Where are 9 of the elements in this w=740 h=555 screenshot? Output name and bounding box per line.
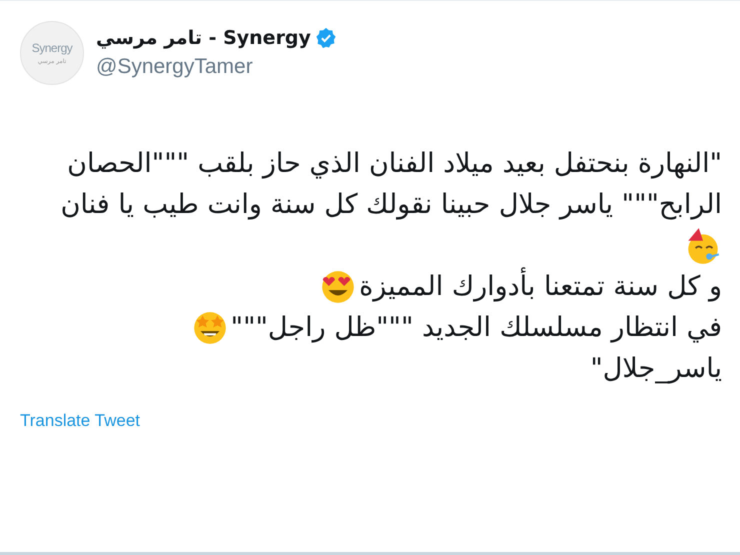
logo-text: Synergy (32, 41, 72, 55)
tweet-text-line: في انتظار مسلسلك الجديد """ظل راجل""" (230, 311, 722, 345)
tweet-text-line: الرابح""" ياسر جلال حبينا نقولك كل سنة وانت طيب يا فنان (60, 188, 722, 222)
tweet-text-line: ياسر_جلال" (590, 352, 722, 386)
author-handle[interactable]: @SynergyTamer (96, 55, 337, 79)
author-name[interactable]: تامر مرسي - Synergy (96, 27, 311, 49)
tweet-text-line: و كل سنة تمتعنا بأدوارك المميزة (359, 266, 722, 307)
translate-tweet-link[interactable]: Translate Tweet (20, 411, 140, 431)
tweet-text-line: "النهارة بنحتفل بعيد ميلاد الفنان الذي حاز بلقب """الحصان (67, 147, 722, 181)
